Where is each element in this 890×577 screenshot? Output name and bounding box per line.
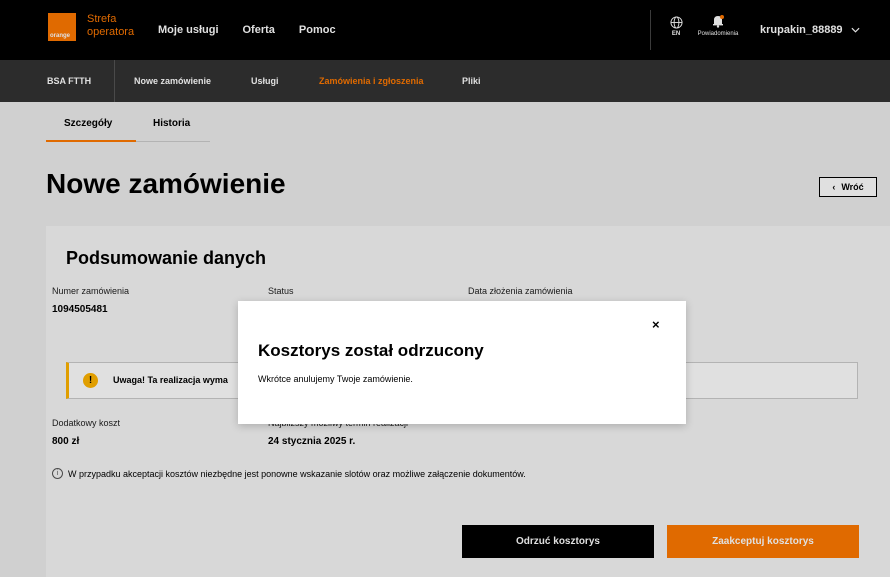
estimate-rejected-modal: × Kosztorys został odrzucony Wkrótce anu… [238, 301, 686, 424]
modal-title: Kosztorys został odrzucony [258, 341, 484, 360]
modal-backdrop[interactable] [0, 0, 890, 577]
close-icon[interactable]: × [652, 317, 660, 332]
modal-message: Wkrótce anulujemy Twoje zamówienie. [258, 374, 413, 384]
